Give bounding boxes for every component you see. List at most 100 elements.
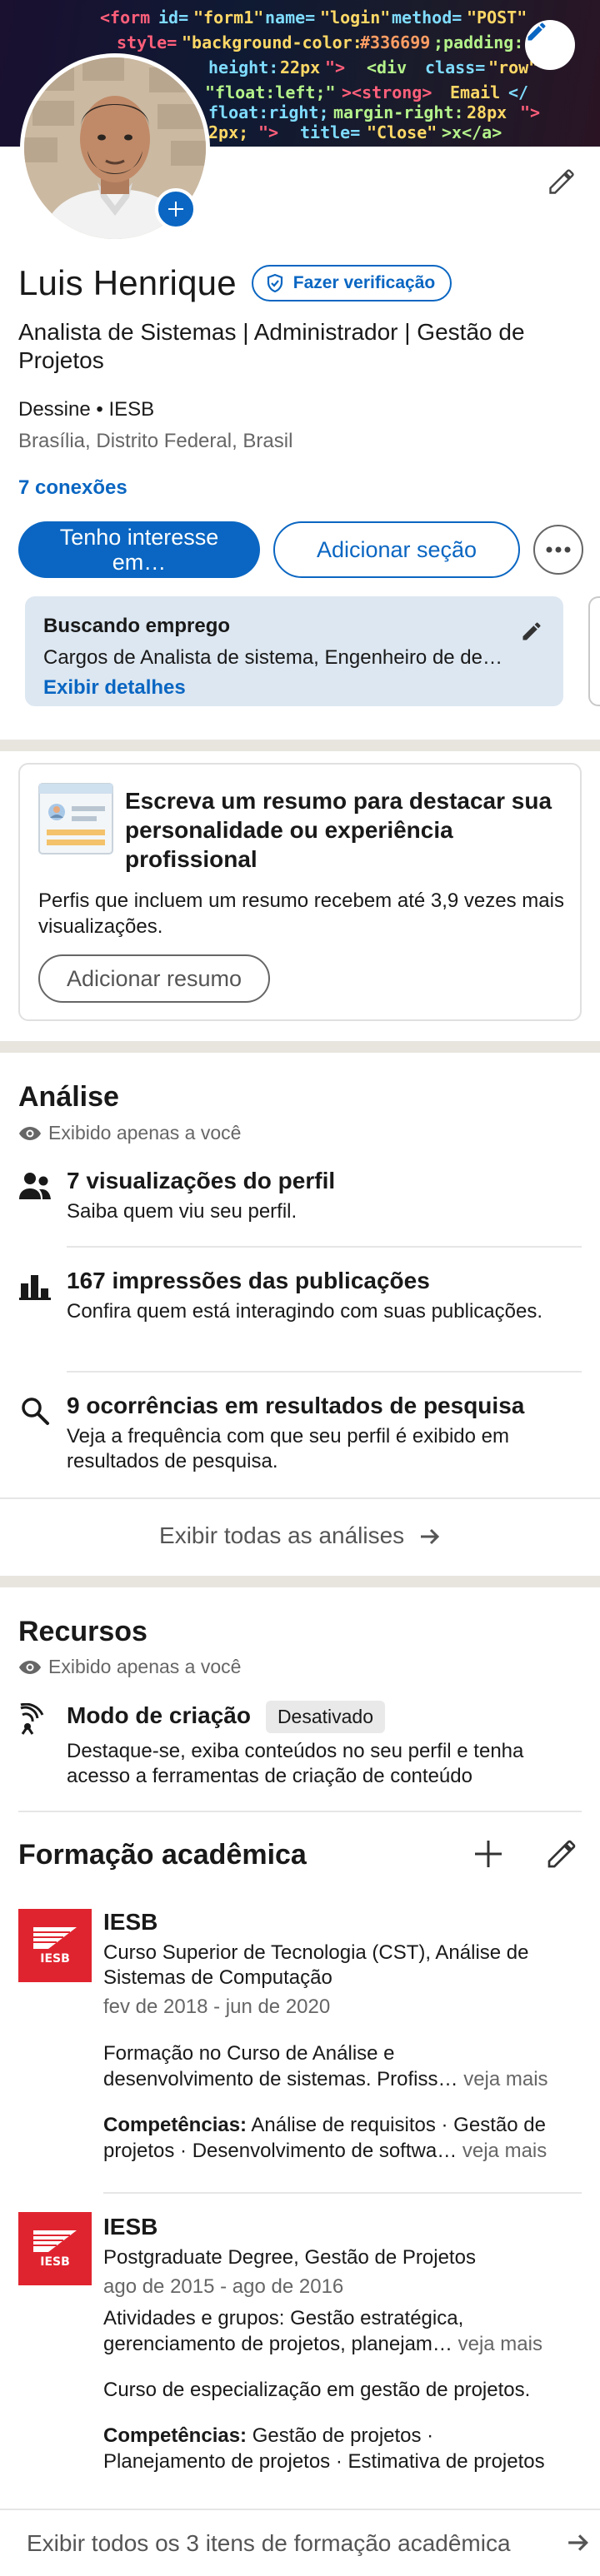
- resources-title: Recursos: [18, 1616, 148, 1647]
- about-prompt-description: Perfis que incluem um resumo recebem até…: [38, 889, 564, 938]
- see-more-link[interactable]: veja mais: [462, 2140, 547, 2162]
- shield-check-icon: [267, 273, 282, 293]
- resume-card-icon: [38, 783, 113, 855]
- verify-button[interactable]: Fazer verificação: [251, 265, 452, 301]
- analytics-item-profile-views[interactable]: 7 visualizações do perfil Saiba quem viu…: [18, 1168, 582, 1234]
- svg-text:height:: height:: [208, 57, 278, 77]
- more-actions-button[interactable]: [533, 525, 583, 575]
- school-logo[interactable]: IESB: [18, 1909, 92, 1982]
- analytics-item-post-impressions[interactable]: 167 impressões das publicações Confira q…: [18, 1268, 582, 1351]
- svg-text:">: ">: [520, 102, 540, 122]
- education-item[interactable]: IESB Curso Superior de Tecnologia (CST),…: [103, 1909, 587, 2164]
- education-activities: Atividades e grupos: Gestão estratégica,…: [103, 2307, 542, 2355]
- open-to-work-description: Cargos de Analista de sistema, Engenheir…: [43, 646, 510, 669]
- logo-text: IESB: [40, 2255, 70, 2269]
- edit-intro-button[interactable]: [543, 163, 580, 200]
- about-prompt-title: Escreva um resumo para destacar sua pers…: [125, 788, 552, 872]
- svg-text:#336699: #336699: [360, 32, 430, 52]
- open-to-work-details-link[interactable]: Exibir detalhes: [43, 676, 542, 700]
- analytics-item-description: Confira quem está interagindo com suas p…: [67, 1300, 542, 1323]
- pencil-icon: [522, 622, 541, 640]
- education-degree: Curso Superior de Tecnologia (CST), Anál…: [103, 1941, 529, 1989]
- education-skills: Competências: Gestão de projetos · Plane…: [103, 2424, 545, 2473]
- svg-text:class=: class=: [425, 57, 485, 77]
- svg-text:title=: title=: [300, 122, 360, 142]
- education-degree: Postgraduate Degree, Gestão de Projetos: [103, 2246, 476, 2269]
- analytics-title: Análise: [18, 1081, 119, 1113]
- add-summary-button[interactable]: Adicionar resumo: [38, 954, 270, 1003]
- analytics-item-title: 167 impressões das publicações: [67, 1268, 430, 1293]
- arrow-right-icon[interactable]: [567, 2534, 590, 2552]
- svg-text:2px;: 2px;: [208, 122, 248, 142]
- see-more-link[interactable]: veja mais: [458, 2333, 542, 2355]
- analytics-item-description: Veja a frequência com que seu perfil é e…: [67, 1425, 509, 1472]
- section-separator: [0, 1576, 600, 1587]
- svg-text:<form: <form: [100, 7, 150, 27]
- connections-link[interactable]: 7 conexões: [18, 476, 128, 500]
- profile-intro: Luis Henrique Fazer verificação Analista…: [18, 263, 585, 375]
- show-all-analytics-link[interactable]: Exibir todas as análises: [0, 1522, 600, 1549]
- education-skills: Competências: Análise de requisitos · Ge…: [103, 2114, 548, 2162]
- svg-text:"float:left;": "float:left;": [205, 82, 336, 102]
- svg-text:"form1": "form1": [193, 7, 263, 27]
- add-education-button[interactable]: [472, 1837, 505, 1875]
- private-note-label: Exibido apenas a você: [48, 1122, 242, 1144]
- education-title: Formação acadêmica: [18, 1839, 307, 1871]
- plus-icon: [475, 1841, 502, 1867]
- iesb-logo-icon: IESB: [18, 1909, 92, 1982]
- show-all-education-link[interactable]: Exibir todos os 3 itens de formação acad…: [27, 2530, 511, 2557]
- eye-icon: [19, 1126, 41, 1140]
- education-dates: fev de 2018 - jun de 2020: [103, 1996, 331, 2018]
- divider: [0, 1497, 600, 1499]
- next-card-edge[interactable]: [588, 596, 600, 706]
- bar-chart-icon: [19, 1275, 51, 1300]
- private-note-label: Exibido apenas a você: [48, 1656, 242, 1677]
- divider: [67, 1371, 582, 1373]
- plus-icon: [168, 202, 183, 217]
- search-icon: [22, 1398, 49, 1425]
- svg-text:Email: Email: [450, 82, 500, 102]
- school-logo[interactable]: IESB: [18, 2212, 92, 2285]
- education-dates: ago de 2015 - ago de 2016: [103, 2275, 344, 2298]
- edit-cover-button[interactable]: [525, 20, 575, 70]
- divider: [0, 2509, 600, 2510]
- profile-name: Luis Henrique: [18, 263, 237, 302]
- analytics-item-title: 9 ocorrências em resultados de pesquisa: [67, 1393, 525, 1418]
- education-description: Curso de especialização em gestão de pro…: [103, 2379, 531, 2401]
- svg-text:method=: method=: [392, 7, 462, 27]
- analytics-item-title: 7 visualizações do perfil: [67, 1168, 336, 1193]
- svg-text:><strong>: ><strong>: [342, 82, 432, 102]
- show-all-analytics-label: Exibir todas as análises: [159, 1522, 405, 1548]
- resources-private-note: Exibido apenas a você: [18, 1656, 241, 1678]
- pencil-icon: [548, 1840, 576, 1868]
- svg-text:"Close": "Close": [367, 122, 437, 142]
- open-to-work-card[interactable]: Buscando emprego Cargos de Analista de s…: [25, 596, 563, 706]
- creator-mode-status-badge: Desativado: [265, 1701, 386, 1733]
- svg-text:margin-right:: margin-right:: [333, 102, 464, 122]
- pencil-icon: [549, 169, 574, 194]
- section-separator: [0, 740, 600, 751]
- creator-mode-description: Destaque-se, exiba conteúdos no seu perf…: [67, 1740, 524, 1787]
- edit-education-button[interactable]: [545, 1837, 578, 1875]
- arrow-right-icon: [420, 1528, 440, 1545]
- add-section-button[interactable]: Adicionar seção: [273, 521, 520, 578]
- pencil-icon: [528, 22, 546, 41]
- education-item[interactable]: IESB Postgraduate Degree, Gestão de Proj…: [103, 2214, 587, 2474]
- svg-text:</: </: [508, 82, 528, 102]
- svg-text:"background-color:: "background-color:: [182, 32, 362, 52]
- add-photo-button[interactable]: [155, 188, 197, 230]
- see-more-link[interactable]: veja mais: [463, 2068, 548, 2090]
- education-description: Formação no Curso de Análise e desenvolv…: [103, 2042, 548, 2090]
- svg-text:"POST": "POST": [467, 7, 527, 27]
- svg-text:28px: 28px: [467, 102, 507, 122]
- analytics-item-search-appearances[interactable]: 9 ocorrências em resultados de pesquisa …: [18, 1393, 582, 1476]
- creator-mode-item[interactable]: Modo de criação Desativado Destaque-se, e…: [18, 1697, 582, 1789]
- education-school: IESB: [103, 2214, 158, 2240]
- divider: [67, 1246, 582, 1248]
- edit-open-to-work-button[interactable]: [520, 620, 543, 647]
- ellipsis-icon: [546, 546, 571, 553]
- profile-company[interactable]: Dessine • IESB: [18, 398, 154, 421]
- divider: [18, 1811, 582, 1812]
- open-to-button[interactable]: Tenho interesse em…: [18, 521, 260, 578]
- broadcast-icon: [20, 1703, 44, 1735]
